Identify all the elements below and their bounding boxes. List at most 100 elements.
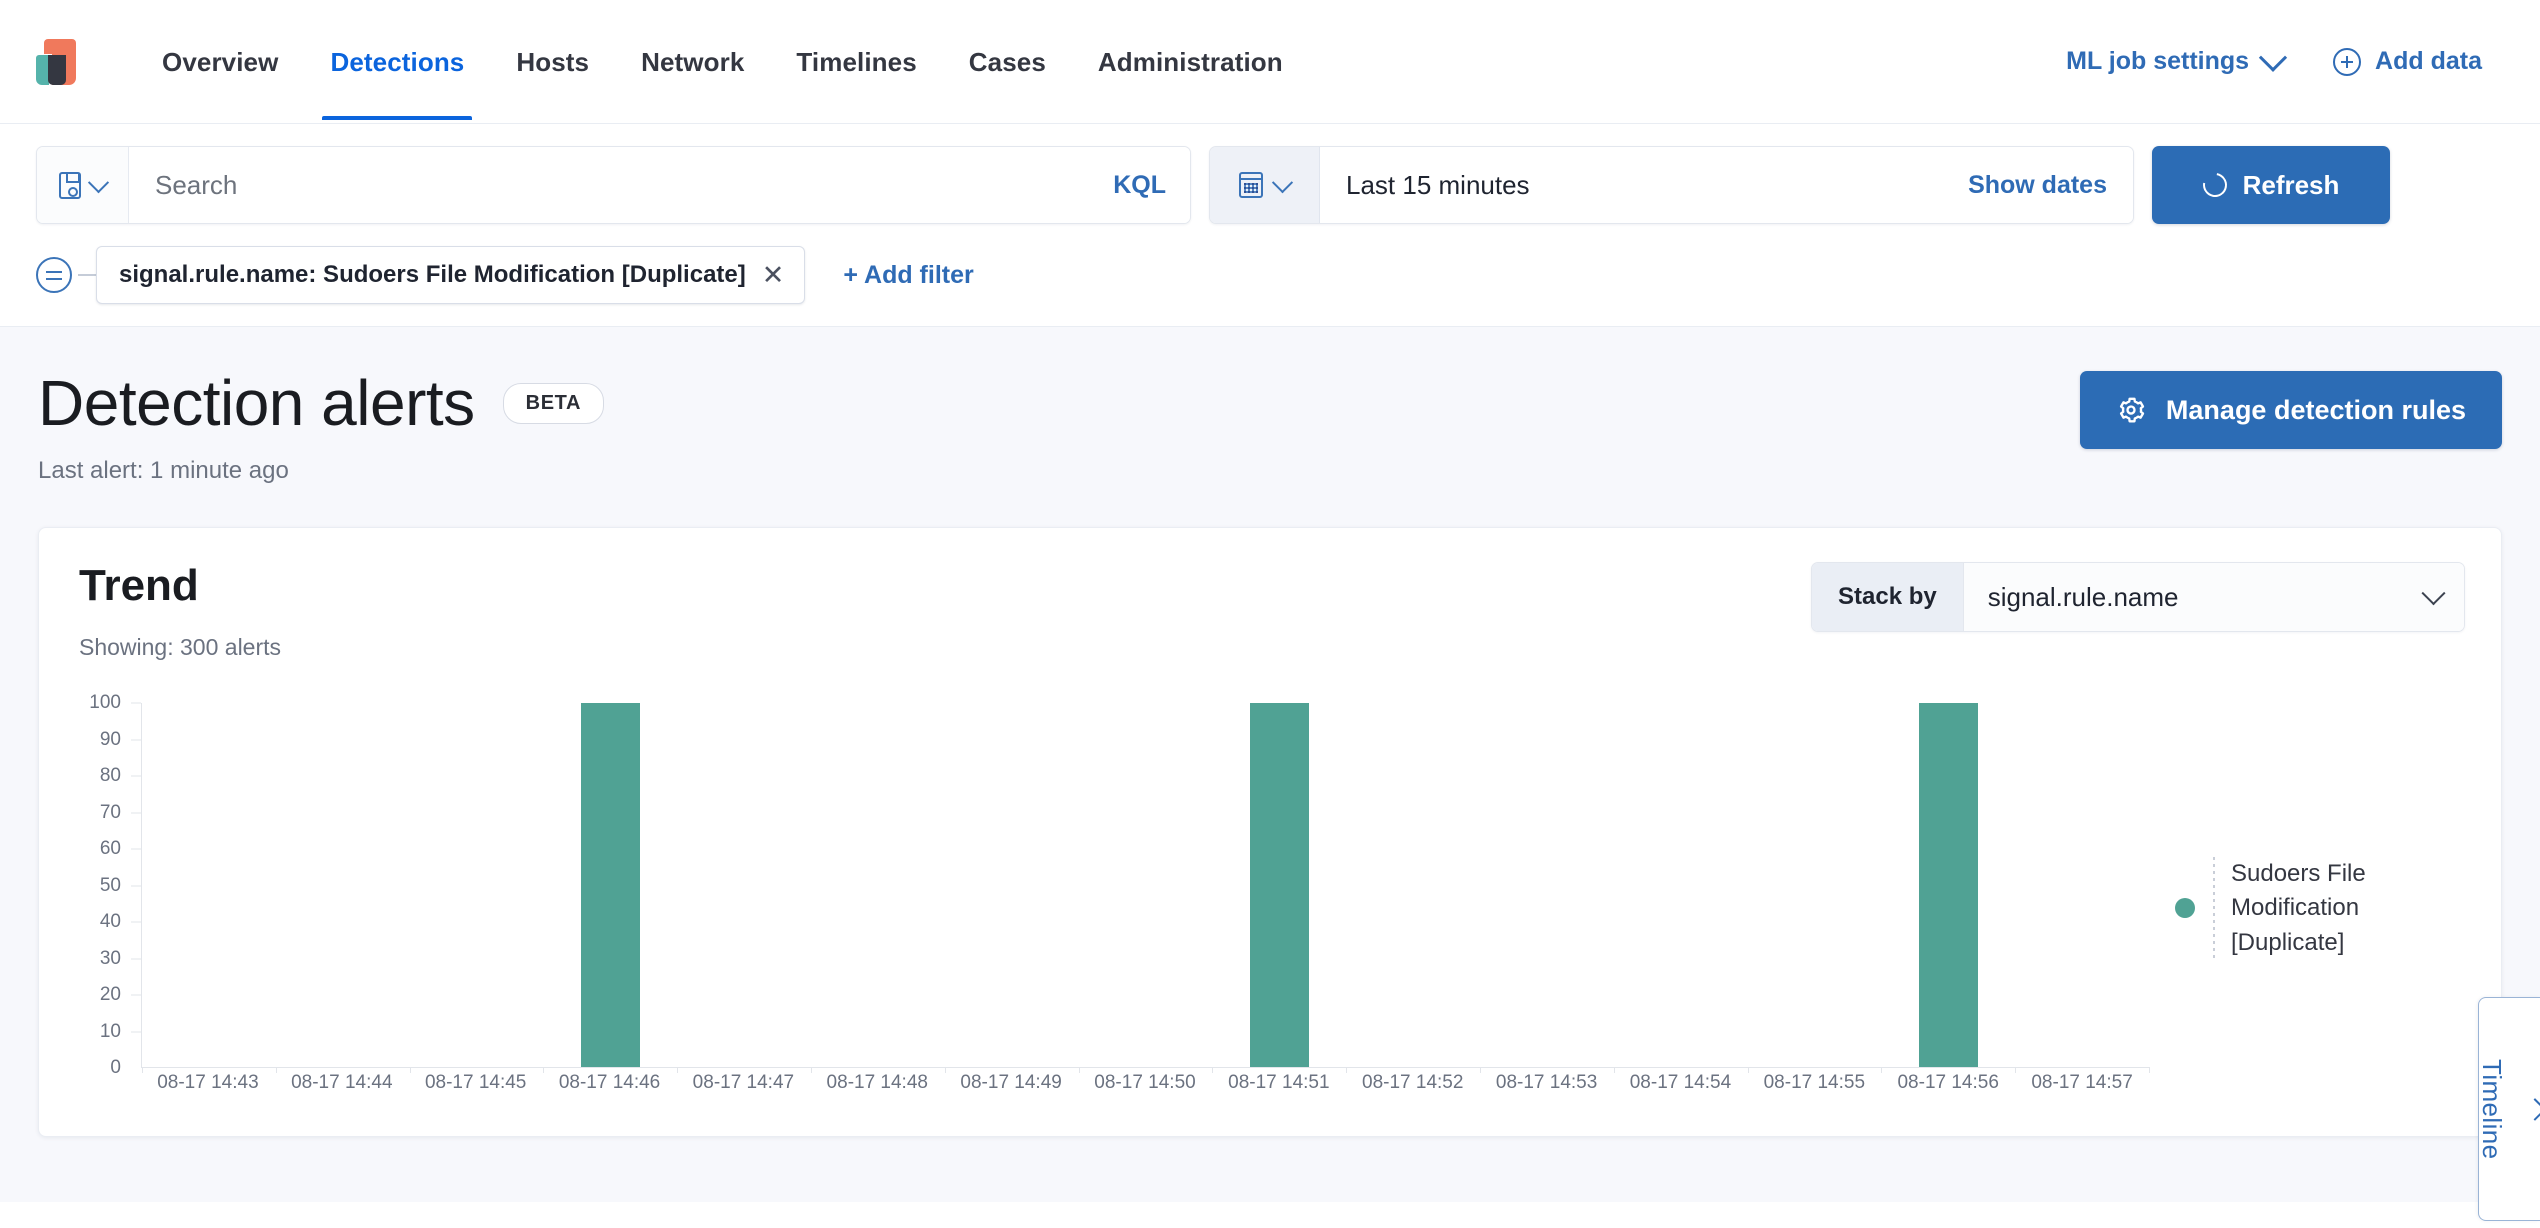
chevron-down-icon: [87, 171, 110, 193]
chevron-down-icon: [2421, 580, 2446, 605]
show-dates-button[interactable]: Show dates: [1968, 171, 2107, 200]
save-icon: [59, 171, 81, 199]
close-icon[interactable]: ✕: [762, 261, 785, 289]
legend-item[interactable]: Sudoers File Modification [Duplicate]: [2175, 857, 2421, 960]
add-filter-button[interactable]: + Add filter: [843, 261, 973, 290]
plus-circle-icon: [2333, 47, 2362, 76]
x-axis-tick-mark: [2149, 1067, 2150, 1073]
page-header: Detection alerts BETA Last alert: 1 minu…: [38, 371, 2502, 485]
trend-showing-count: Showing: 300 alerts: [79, 634, 282, 661]
page-title: Detection alerts: [38, 367, 475, 439]
x-axis-tick-label: 08-17 14:48: [826, 1072, 928, 1093]
nav-item-hosts[interactable]: Hosts: [490, 3, 615, 120]
nav-item-network[interactable]: Network: [615, 3, 770, 120]
timeline-tab-inner: Timeline: [2476, 1059, 2540, 1159]
trend-title: Trend: [79, 561, 199, 610]
y-axis-tick-label: 50: [99, 874, 121, 896]
filter-connector: [78, 274, 96, 276]
y-axis-tick-mark: [131, 812, 141, 813]
chevron-left-icon: [2523, 1097, 2540, 1121]
y-axis-tick-label: 0: [110, 1057, 121, 1078]
ml-job-settings-label: ML job settings: [2066, 47, 2250, 75]
filter-pill-label: signal.rule.name: Sudoers File Modificat…: [119, 261, 746, 288]
chart-bar[interactable]: [1249, 703, 1309, 1067]
title-row: Detection alerts BETA: [38, 367, 605, 439]
chart-plot-area: [141, 703, 2150, 1073]
y-axis-tick-mark: [131, 958, 141, 959]
query-language-button[interactable]: KQL: [1095, 171, 1166, 200]
x-axis-tick-label: 08-17 14:43: [157, 1072, 259, 1093]
legend-color-dot: [2175, 898, 2195, 919]
y-axis-tick-label: 10: [99, 1020, 121, 1042]
stack-by-label: Stack by: [1812, 563, 1964, 631]
chart-legend: Sudoers File Modification [Duplicate]: [2165, 703, 2465, 1114]
chevron-down-icon: [2258, 43, 2288, 72]
x-axis-tick-label: 08-17 14:52: [1362, 1072, 1464, 1093]
filter-options-icon[interactable]: [36, 257, 72, 293]
chart-y-axis: 0 10 20 30 40 50 60 70 80 90 100: [75, 692, 141, 1078]
y-axis-tick-mark: [131, 1031, 141, 1032]
filter-pill[interactable]: signal.rule.name: Sudoers File Modificat…: [96, 246, 806, 304]
page-body: Detection alerts BETA Last alert: 1 minu…: [0, 327, 2540, 1221]
date-range-field[interactable]: Last 15 minutes Show dates: [1320, 147, 2133, 223]
nav-item-detections[interactable]: Detections: [304, 3, 490, 120]
y-axis-tick-mark: [131, 739, 141, 740]
search-group: KQL: [36, 146, 1191, 224]
manage-detection-rules-button[interactable]: Manage detection rules: [2079, 371, 2502, 449]
top-navigation-bar: Overview Detections Hosts Network Timeli…: [0, 0, 2540, 124]
logo-shape-dark: [48, 54, 66, 85]
page-title-block: Detection alerts BETA Last alert: 1 minu…: [38, 367, 605, 485]
legend-label: Sudoers File Modification [Duplicate]: [2231, 860, 2366, 956]
x-axis-tick-label: 08-17 14:53: [1495, 1072, 1598, 1093]
x-axis-tick-label: 08-17 14:49: [960, 1072, 1062, 1093]
manage-detection-rules-label: Manage detection rules: [2165, 394, 2466, 425]
stack-by-select[interactable]: signal.rule.name: [1963, 563, 2464, 631]
x-axis-tick-label: 08-17 14:47: [692, 1072, 795, 1093]
chart-bar[interactable]: [580, 703, 640, 1067]
refresh-icon: [2197, 168, 2232, 202]
trend-panel: Trend Showing: 300 alerts Stack by signa…: [38, 527, 2502, 1137]
saved-query-menu-button[interactable]: [37, 147, 129, 223]
search-input[interactable]: [153, 168, 1096, 202]
y-axis-tick-label: 80: [99, 765, 121, 786]
add-data-button[interactable]: Add data: [2333, 47, 2482, 76]
y-axis-tick-label: 40: [99, 911, 121, 932]
y-axis-tick-mark: [131, 994, 141, 996]
y-axis-tick-label: 90: [99, 728, 121, 750]
nav-right-actions: ML job settings Add data: [2066, 43, 2502, 76]
elastic-security-logo[interactable]: [36, 38, 76, 85]
y-axis-tick-mark: [131, 921, 141, 923]
nav-item-administration[interactable]: Administration: [1072, 3, 1309, 120]
beta-badge: BETA: [502, 382, 605, 424]
search-field: KQL: [129, 147, 1190, 223]
last-alert-subtitle: Last alert: 1 minute ago: [38, 457, 289, 484]
y-axis-tick-mark: [131, 848, 141, 850]
trend-chart: 0 10 20 30 40 50 60 70 80 90 100 08-17 14:43 08-17 …: [75, 692, 2465, 1114]
date-quick-menu-button[interactable]: [1210, 147, 1320, 223]
primary-nav: Overview Detections Hosts Network Timeli…: [136, 3, 1309, 120]
trend-title-block: Trend Showing: 300 alerts: [75, 561, 282, 661]
refresh-button[interactable]: Refresh: [2152, 146, 2390, 224]
query-bar-row: KQL Last 15 minutes Show dates Refresh: [36, 146, 2504, 224]
x-axis-tick-label: 08-17 14:57: [2031, 1072, 2133, 1093]
y-axis-tick-mark: [131, 775, 141, 777]
nav-item-cases[interactable]: Cases: [943, 3, 1072, 120]
timeline-flyout-tab[interactable]: Timeline: [2476, 997, 2540, 1221]
calendar-icon: [1239, 172, 1263, 198]
nav-item-overview[interactable]: Overview: [136, 3, 304, 120]
x-axis-tick-label: 08-17 14:56: [1897, 1072, 1999, 1093]
y-axis-tick-mark: [131, 885, 141, 886]
query-bar: KQL Last 15 minutes Show dates Refresh s…: [0, 124, 2540, 327]
chart-bar[interactable]: [1918, 703, 1978, 1067]
gear-icon: [2119, 397, 2145, 423]
ml-job-settings-button[interactable]: ML job settings: [2066, 43, 2288, 76]
refresh-label: Refresh: [2242, 169, 2340, 200]
y-axis-tick-label: 60: [99, 838, 121, 859]
date-range-value: Last 15 minutes: [1346, 169, 1530, 200]
x-axis-tick-label: 08-17 14:45: [424, 1072, 527, 1093]
trend-panel-header: Trend Showing: 300 alerts Stack by signa…: [75, 561, 2465, 661]
logo-shape-orange-top: [44, 38, 64, 54]
y-axis-tick-label: 70: [99, 801, 121, 823]
x-axis-tick-label: 08-17 14:51: [1228, 1072, 1330, 1093]
nav-item-timelines[interactable]: Timelines: [770, 3, 942, 120]
